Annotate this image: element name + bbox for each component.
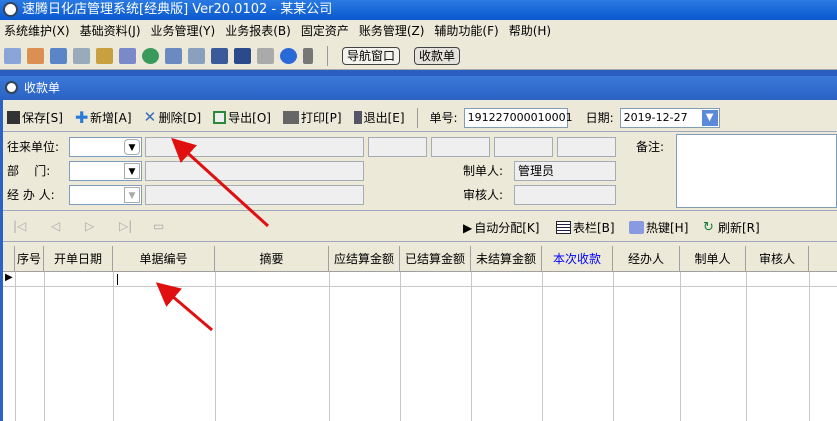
red-arrow	[155, 282, 213, 332]
annotation-arrows	[155, 137, 270, 332]
red-arrow	[171, 137, 270, 228]
